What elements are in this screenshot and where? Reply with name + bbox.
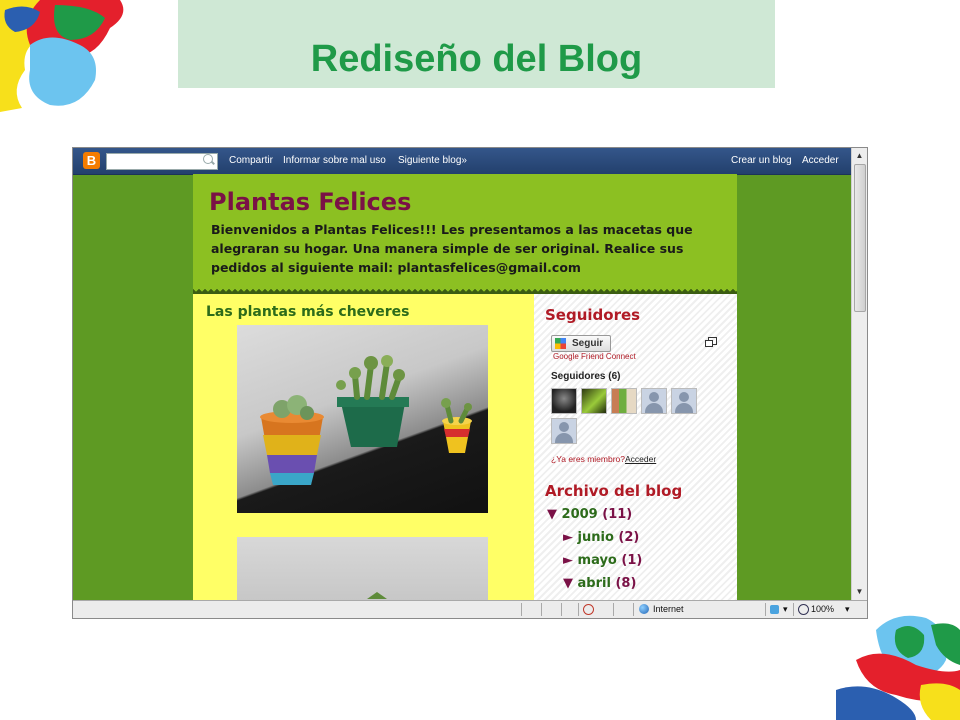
main-column: Las plantas más cheveres xyxy=(193,294,534,604)
slide-title: Rediseño del Blog xyxy=(310,38,643,80)
expand-arrow-icon[interactable]: ▼ xyxy=(547,507,557,522)
blogger-navbar: B Compartir Informar sobre mal uso Sigui… xyxy=(73,148,867,175)
post-photo-second[interactable] xyxy=(237,537,488,604)
dropdown-arrow-icon[interactable]: ▾ xyxy=(783,604,788,615)
archive-heading: Archivo del blog xyxy=(545,482,683,500)
security-zone-label: Internet xyxy=(653,604,684,614)
protected-mode-icon[interactable] xyxy=(770,605,779,614)
expand-arrow-icon[interactable]: ▼ xyxy=(563,576,573,591)
archive-item-junio[interactable]: ► junio (2) xyxy=(563,530,639,545)
archive-month-link[interactable]: abril xyxy=(578,576,611,591)
scroll-up-arrow-icon[interactable]: ▲ xyxy=(852,148,867,163)
archive-count: (8) xyxy=(615,576,637,591)
archive-item-abril[interactable]: ▼ abril (8) xyxy=(563,576,636,591)
navbar-link-report-abuse[interactable]: Informar sobre mal uso xyxy=(283,155,386,166)
google-friend-connect-label: Google Friend Connect xyxy=(553,352,636,361)
navbar-link-sign-in[interactable]: Acceder xyxy=(802,155,839,166)
browser-window: B Compartir Informar sobre mal uso Sigui… xyxy=(72,147,868,619)
post-title[interactable]: Las plantas más cheveres xyxy=(206,304,410,320)
archive-month-link[interactable]: mayo xyxy=(578,553,617,568)
status-divider xyxy=(521,603,522,616)
follower-avatar-1[interactable] xyxy=(551,388,577,414)
blog-content: Plantas Felices Bienvenidos a Plantas Fe… xyxy=(193,174,737,604)
follow-button-label: Seguir xyxy=(572,338,604,349)
member-question: ¿Ya eres miembro?Acceder xyxy=(551,454,656,464)
navbar-link-create-blog[interactable]: Crear un blog xyxy=(731,155,792,166)
zoom-icon[interactable] xyxy=(798,604,809,615)
scroll-down-arrow-icon[interactable]: ▼ xyxy=(852,584,867,599)
follower-avatar-2[interactable] xyxy=(581,388,607,414)
search-icon[interactable] xyxy=(203,154,213,164)
browser-status-bar: Internet ▾ 100% ▾ xyxy=(73,600,867,618)
member-question-text: ¿Ya eres miembro? xyxy=(551,454,626,464)
decorative-blob-bottom-right xyxy=(836,615,960,720)
member-sign-in-link[interactable]: Acceder xyxy=(625,454,656,464)
navbar-search-input[interactable] xyxy=(106,153,218,170)
archive-month-link[interactable]: junio xyxy=(578,530,614,545)
navbar-link-share[interactable]: Compartir xyxy=(229,155,273,166)
follower-avatar-4[interactable] xyxy=(641,388,667,414)
follow-button[interactable]: Seguir xyxy=(551,335,611,352)
popout-icon[interactable] xyxy=(705,337,717,347)
archive-year-link[interactable]: 2009 xyxy=(562,507,598,522)
blog-title[interactable]: Plantas Felices xyxy=(209,188,411,216)
popup-blocker-icon[interactable] xyxy=(583,604,594,615)
blogger-logo-icon[interactable]: B xyxy=(83,152,100,169)
navbar-link-next-blog[interactable]: Siguiente blog» xyxy=(398,155,467,166)
collapse-arrow-icon[interactable]: ► xyxy=(563,530,573,545)
follower-avatar-3[interactable] xyxy=(611,388,637,414)
follower-avatar-5[interactable] xyxy=(671,388,697,414)
status-divider xyxy=(541,603,542,616)
blog-header: Plantas Felices Bienvenidos a Plantas Fe… xyxy=(193,174,737,292)
post-photo-plants[interactable] xyxy=(237,325,488,513)
status-divider xyxy=(578,603,579,616)
slide-title-box: Rediseño del Blog xyxy=(178,0,775,88)
status-divider xyxy=(765,603,766,616)
followers-count-label: Seguidores (6) xyxy=(551,371,621,382)
sidebar: Seguidores Seguir Google Friend Connect … xyxy=(534,294,737,604)
vertical-scrollbar[interactable]: ▲ ▼ xyxy=(851,148,867,600)
archive-item-2009[interactable]: ▼ 2009 (11) xyxy=(547,507,632,522)
status-divider xyxy=(613,603,614,616)
scroll-thumb[interactable] xyxy=(854,164,866,312)
decorative-blob-top-left xyxy=(0,0,124,112)
google-icon xyxy=(555,338,566,349)
zoom-level[interactable]: 100% xyxy=(811,604,834,614)
archive-count: (2) xyxy=(618,530,640,545)
followers-heading: Seguidores xyxy=(545,306,641,324)
blog-description: Bienvenidos a Plantas Felices!!! Les pre… xyxy=(211,222,693,275)
zoom-dropdown-arrow-icon[interactable]: ▾ xyxy=(845,604,850,615)
follower-avatar-6[interactable] xyxy=(551,418,577,444)
archive-count: (1) xyxy=(621,553,643,568)
status-divider xyxy=(633,603,634,616)
globe-icon xyxy=(639,604,649,614)
archive-item-mayo[interactable]: ► mayo (1) xyxy=(563,553,642,568)
status-divider xyxy=(561,603,562,616)
status-divider xyxy=(793,603,794,616)
collapse-arrow-icon[interactable]: ► xyxy=(563,553,573,568)
archive-count: (11) xyxy=(602,507,633,522)
